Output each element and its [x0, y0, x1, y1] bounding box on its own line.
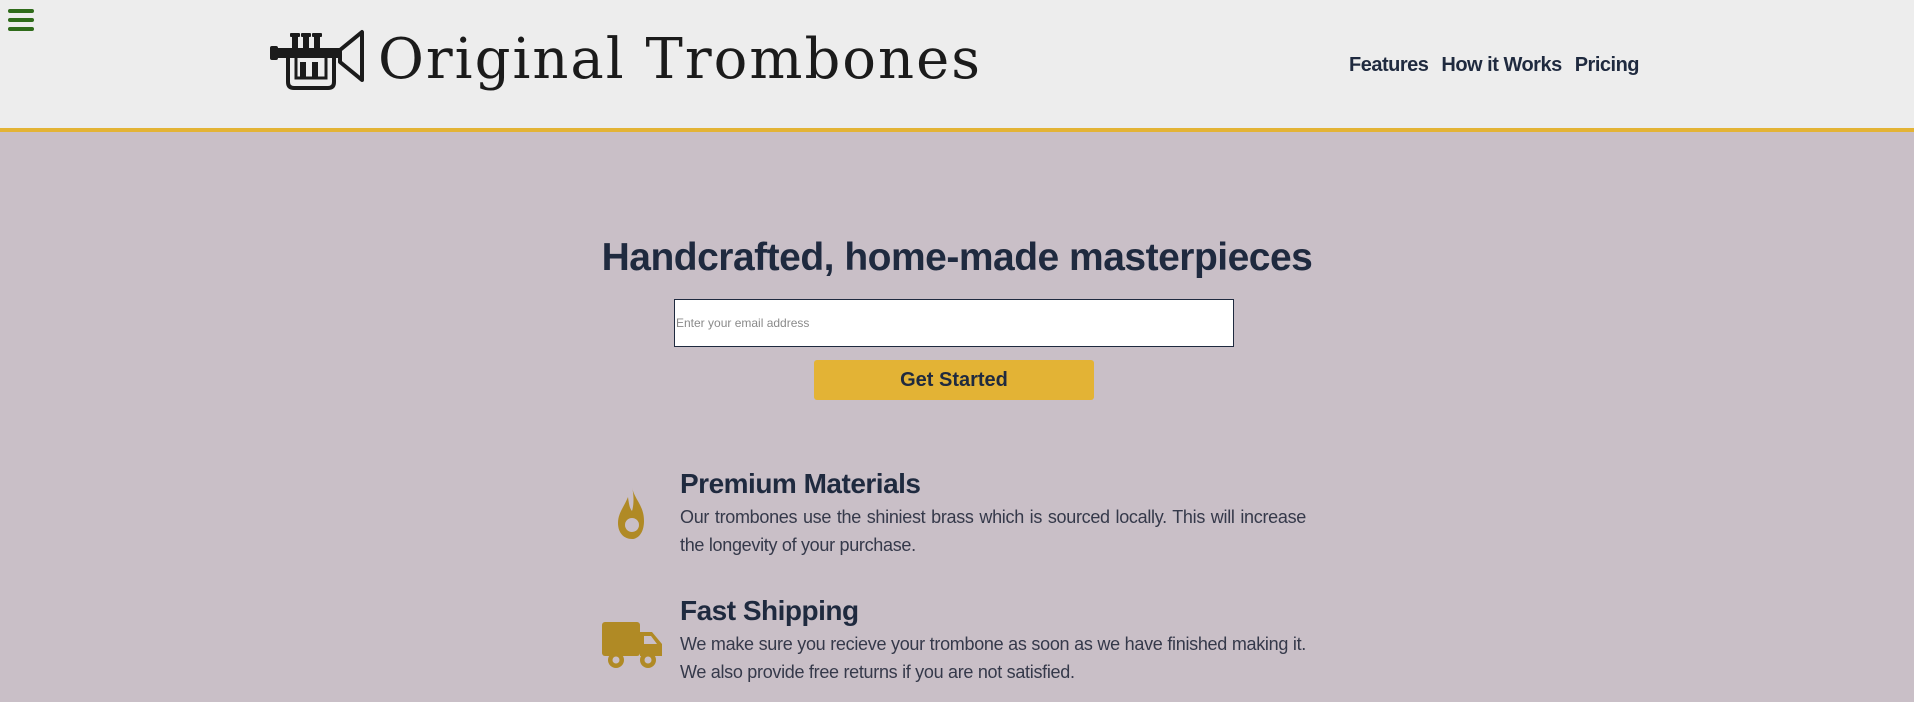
menu-bar [8, 9, 34, 13]
feature-title: Fast Shipping [680, 595, 859, 626]
site-header: Original Trombones Features How it Works… [0, 0, 1914, 132]
brand-name: Original Trombones [378, 27, 982, 92]
brand-logo[interactable]: Original Trombones [270, 28, 982, 92]
nav-link-features[interactable]: Features [1349, 54, 1429, 77]
menu-bar [8, 18, 34, 22]
hamburger-menu-icon[interactable] [8, 9, 34, 31]
hero-title: Handcrafted, home-made masterpieces [601, 236, 1313, 279]
fire-icon [618, 487, 644, 539]
get-started-button[interactable]: Get Started [814, 360, 1094, 400]
feature-title: Premium Materials [680, 468, 921, 499]
menu-bar [8, 27, 34, 31]
truck-icon [602, 622, 662, 668]
hero-section: Handcrafted, home-made masterpieces [0, 236, 1914, 280]
main-nav: Features How it Works Pricing [1349, 54, 1639, 77]
nav-link-pricing[interactable]: Pricing [1575, 54, 1640, 77]
email-input[interactable] [674, 299, 1234, 347]
feature-description: We make sure you recieve your trombone a… [680, 633, 1306, 682]
trumpet-icon [270, 30, 364, 90]
feature-description: Our trombones use the shiniest brass whi… [680, 506, 1306, 555]
nav-link-how-it-works[interactable]: How it Works [1441, 54, 1562, 77]
